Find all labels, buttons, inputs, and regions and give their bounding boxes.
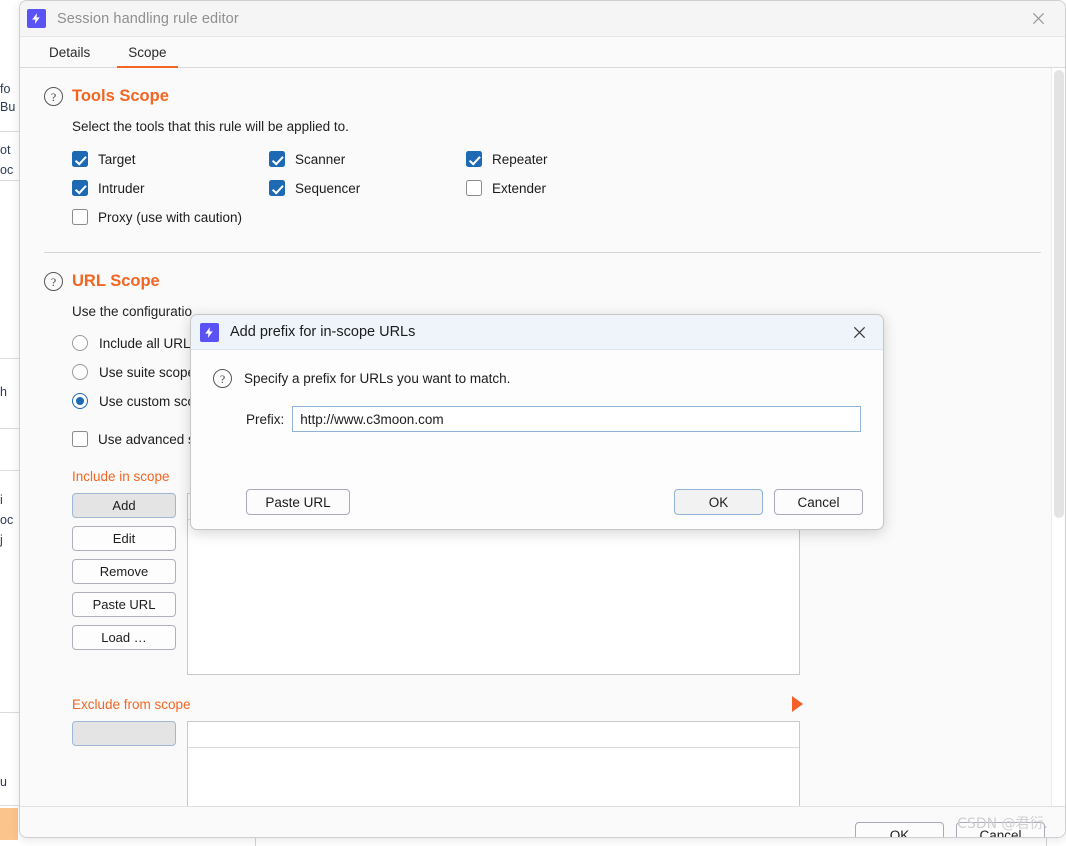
tools-scope-header: ? Tools Scope [44,68,1041,106]
add-prefix-modal: Add prefix for in-scope URLs ? Specify a… [190,314,884,530]
checkbox-target-box[interactable] [72,151,88,167]
checkbox-use-advanced-scope-label: Use advanced sc [98,431,202,447]
checkbox-intruder-box[interactable] [72,180,88,196]
checkbox-repeater-label: Repeater [492,151,548,167]
question-mark-icon[interactable]: ? [213,369,232,388]
exclude-from-scope-area [72,721,1041,806]
lightning-bolt-icon [200,322,219,342]
background-orange-block [0,808,18,840]
background-text-fragment: oc [0,163,14,177]
include-scope-button-column: Add Edit Remove Paste URL Load … [72,493,176,675]
tools-scope-title: Tools Scope [72,87,169,105]
checkbox-scanner-label: Scanner [295,151,346,167]
radio-use-suite-scope-label: Use suite scope [ [99,364,203,380]
checkbox-sequencer-box[interactable] [269,180,285,196]
load-button[interactable]: Load … [72,625,176,650]
background-text-fragment: ot [0,143,11,157]
checkbox-proxy[interactable]: Proxy (use with caution) [72,209,269,225]
modal-cancel-button[interactable]: Cancel [774,489,863,515]
background-divider [0,470,19,471]
checkbox-proxy-label: Proxy (use with caution) [98,209,243,225]
exclude-add-button[interactable] [72,721,176,746]
edit-button[interactable]: Edit [72,526,176,551]
prefix-label: Prefix: [246,411,285,427]
paste-url-button[interactable]: Paste URL [72,592,176,617]
background-text-fragment: oc [0,513,14,527]
background-text-fragment: j [0,533,3,547]
vertical-scrollbar-thumb[interactable] [1054,70,1064,518]
table-body [188,520,799,674]
tab-scope-label: Scope [128,44,167,60]
checkbox-use-advanced-scope-box[interactable] [72,431,88,447]
modal-titlebar: Add prefix for in-scope URLs [191,315,883,350]
orange-play-cursor-icon [792,696,803,712]
background-text-fragment: u [0,775,7,789]
tab-details-label: Details [49,44,91,60]
modal-title: Add prefix for in-scope URLs [230,324,416,340]
background-text-fragment: h [0,385,7,399]
exclude-scope-button-column [72,721,176,806]
lightning-bolt-icon [27,9,46,28]
question-mark-icon[interactable]: ? [44,272,63,291]
tools-checkbox-grid: Target Scanner Repeater Intruder Sequenc… [72,151,1041,225]
checkbox-extender-label: Extender [492,180,547,196]
remove-button[interactable]: Remove [72,559,176,584]
close-icon[interactable] [847,320,871,344]
tab-scope[interactable]: Scope [109,37,185,68]
window-titlebar: Session handling rule editor [20,1,1065,37]
background-divider [0,805,19,806]
vertical-scrollbar[interactable] [1051,68,1065,806]
background-divider [0,428,19,429]
url-scope-title: URL Scope [72,272,160,290]
window-footer: OK Cancel [20,806,1065,837]
url-scope-header: ? URL Scope [44,253,1041,291]
modal-body: ? Specify a prefix for URLs you want to … [191,350,883,432]
background-divider [0,358,19,359]
prefix-input[interactable] [292,406,861,432]
modal-paste-url-button[interactable]: Paste URL [246,489,350,515]
checkbox-target[interactable]: Target [72,151,269,167]
radio-include-all-urls-label: Include all URLs [99,335,198,351]
checkbox-target-label: Target [98,151,136,167]
tab-details[interactable]: Details [30,37,109,67]
checkbox-intruder-label: Intruder [98,180,145,196]
background-text-fragment: Bu [0,100,16,114]
checkbox-proxy-box[interactable] [72,209,88,225]
checkbox-extender-box[interactable] [466,180,482,196]
tools-scope-helper: Select the tools that this rule will be … [72,119,349,134]
checkbox-extender[interactable]: Extender [466,180,1041,196]
checkbox-scanner-box[interactable] [269,151,285,167]
radio-use-custom-scope-circle[interactable] [72,393,88,409]
tab-bar: Details Scope [20,37,1065,68]
radio-include-all-urls-circle[interactable] [72,335,88,351]
radio-use-custom-scope-label: Use custom scop [99,393,203,409]
exclude-from-scope-label: Exclude from scope [72,697,191,712]
exclude-from-scope-table [187,721,800,806]
checkbox-sequencer-label: Sequencer [295,180,361,196]
window-ok-button[interactable]: OK [855,822,944,837]
prefix-field-row: Prefix: [246,406,861,432]
checkbox-repeater-box[interactable] [466,151,482,167]
exclude-table-header-row [188,722,799,748]
window-cancel-button[interactable]: Cancel [956,822,1045,837]
modal-ok-button[interactable]: OK [674,489,763,515]
background-divider [0,712,19,713]
background-text-fragment: i [0,493,3,507]
add-button[interactable]: Add [72,493,176,518]
checkbox-scanner[interactable]: Scanner [269,151,466,167]
background-divider [0,131,19,132]
session-handling-rule-editor-window: Session handling rule editor Details Sco… [19,0,1066,838]
checkbox-intruder[interactable]: Intruder [72,180,269,196]
window-title: Session handling rule editor [57,10,239,27]
background-text-fragment: fo [0,82,11,96]
modal-message-row: ? Specify a prefix for URLs you want to … [213,369,861,388]
background-divider [0,180,19,181]
question-mark-icon[interactable]: ? [44,87,63,106]
close-icon[interactable] [1025,6,1051,32]
radio-use-suite-scope-circle[interactable] [72,364,88,380]
modal-message: Specify a prefix for URLs you want to ma… [244,371,511,386]
checkbox-sequencer[interactable]: Sequencer [269,180,466,196]
modal-footer: Paste URL OK Cancel [191,489,883,515]
checkbox-repeater[interactable]: Repeater [466,151,1041,167]
